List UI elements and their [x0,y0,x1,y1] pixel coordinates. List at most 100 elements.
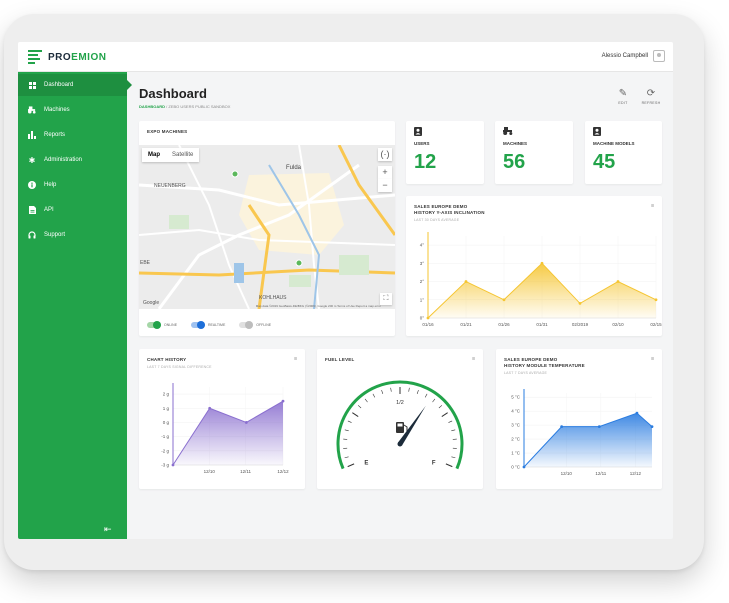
y-tick-label: 2 °C [511,437,521,442]
legend-realtime[interactable]: REALTIME [191,321,226,329]
gauge-tick [432,398,436,403]
stat-value: 12 [414,151,437,173]
data-point [502,298,506,302]
y-tick-label: 2° [420,279,425,284]
tractor-icon [28,106,36,114]
zoom-out-button[interactable]: − [378,179,392,192]
stat-value: 56 [503,151,526,173]
breadcrumb-dashboard[interactable]: DASHBOARD [139,104,165,109]
fuel-gauge: E F 1/2 [336,380,464,470]
sidebar-item-administration[interactable]: ✱ Administration [18,149,127,171]
data-point [654,298,658,302]
stat-label: MACHINE MODELS [593,141,635,146]
legend-online-label: ONLINE [164,323,178,327]
edit-button[interactable]: ✎ EDIT [611,88,635,105]
area-fill [428,263,656,318]
sidebar-item-label: Dashboard [44,82,74,88]
sidebar-item-dashboard[interactable]: Dashboard [18,74,132,96]
grid-icon [28,81,36,89]
gear-icon: ✱ [28,155,36,165]
avatar-icon [653,50,665,62]
legend-offline[interactable]: OFFLINE [239,321,271,329]
tractor-icon [503,127,513,135]
y-tick-label: -1 g [161,434,169,439]
gauge-label-half: 1/2 [396,400,404,406]
user-menu[interactable]: Alessio Campbell [602,50,665,62]
sidebar: Dashboard Machines Reports ✱ Administrat… [18,72,132,539]
main-content: Dashboard DASHBOARD / ZEBO USERS PUBLIC … [127,72,673,539]
y-tick-label: 3 °C [511,423,521,428]
google-logo: Google [143,300,160,306]
chart-history-card: CHART HISTORY LAST 7 DAYS SIGNAL DIFFERE… [139,349,305,489]
map-place-edge: EBE [140,260,151,266]
y-tick-label: 0 °C [511,465,521,470]
zoom-in-button[interactable]: + [378,166,392,179]
y-tick-label: 0 g [163,420,170,425]
sidebar-item-support[interactable]: Support [18,224,127,246]
refresh-icon: ⟳ [646,88,656,99]
top-bar: PROEMION Alessio Campbell [18,42,673,72]
x-tick-label: 01/31 [536,322,548,327]
gauge-tick [381,389,384,394]
map-fullscreen-button[interactable]: (·) [378,148,392,161]
toggle-online[interactable] [147,321,161,329]
stat-card-users[interactable]: USERS 12 [406,121,484,184]
legend-realtime-label: REALTIME [208,323,226,327]
x-tick-label: 02/2019 [572,322,589,327]
y-tick-label: 3° [420,261,425,266]
data-point [616,280,620,283]
collapse-left-icon[interactable]: ⇤ [104,524,112,535]
tab-satellite[interactable]: Satellite [166,148,199,162]
data-point [540,261,544,265]
app-screen: PROEMION Alessio Campbell Dashboard Mach… [18,42,673,539]
headset-icon [28,231,36,239]
breadcrumb: DASHBOARD / ZEBO USERS PUBLIC SANDBOX [139,104,230,109]
gauge-tick [424,393,428,398]
y-tick-label: 1 g [163,406,170,411]
y-tick-label: 5 °C [511,395,521,400]
tab-map[interactable]: Map [142,148,166,162]
sales-temperature-card: SALES EUROPE DEMO HISTORY MODULE TEMPERA… [496,349,662,489]
x-tick-label: 02/10 [612,322,624,327]
user-badge-icon [414,127,422,136]
map-legend: ONLINE REALTIME OFFLINE [147,321,285,329]
map[interactable]: Map Satellite Fulda NEUENBERG KOHLHAUS E… [139,145,395,309]
map-place-kohlhaus: KOHLHAUS [259,295,287,301]
sidebar-item-reports[interactable]: Reports [18,124,127,146]
x-tick-label: 01/26 [498,322,510,327]
y-tick-label: -3 g [161,463,169,468]
data-point [578,302,582,305]
stat-card-machines[interactable]: MACHINES 56 [495,121,573,184]
data-point [522,465,526,469]
logo[interactable]: PROEMION [28,48,106,66]
stat-card-machine-models[interactable]: MACHINE MODELS 45 [585,121,662,184]
data-point [560,425,564,429]
logo-text: PROEMION [48,51,107,63]
sidebar-item-machines[interactable]: Machines [18,99,127,121]
gauge-tick [448,420,453,423]
y-tick-label: 0° [420,316,425,321]
gauge-tick [352,412,359,417]
pencil-icon: ✎ [618,88,628,99]
sidebar-item-help[interactable]: Help [18,174,127,196]
toggle-offline[interactable] [239,321,254,329]
data-point [464,280,468,283]
refresh-button[interactable]: ⟳ REFRESH [639,88,663,105]
y-tick-label: 1° [420,297,425,302]
data-point [281,399,285,403]
x-tick-label: 02/15 [650,322,662,327]
map-place-fulda: Fulda [286,165,302,171]
gauge-tick [344,456,349,459]
sidebar-item-api[interactable]: API [18,199,127,221]
sidebar-item-label: API [44,207,54,213]
y-tick-label: 2 g [163,392,170,397]
stat-label: MACHINES [503,141,528,146]
legend-online[interactable]: ONLINE [147,321,178,329]
fuel-pump-icon [396,422,408,433]
toggle-realtime[interactable] [191,321,206,329]
expand-icon[interactable]: ⛶ [380,293,392,305]
fuel-level-card: FUEL LEVEL Ⅲ E F 1/2 [317,349,483,489]
data-point [597,425,601,429]
y-tick-label: -2 g [161,448,169,453]
x-tick-label: 12/10 [204,469,216,474]
